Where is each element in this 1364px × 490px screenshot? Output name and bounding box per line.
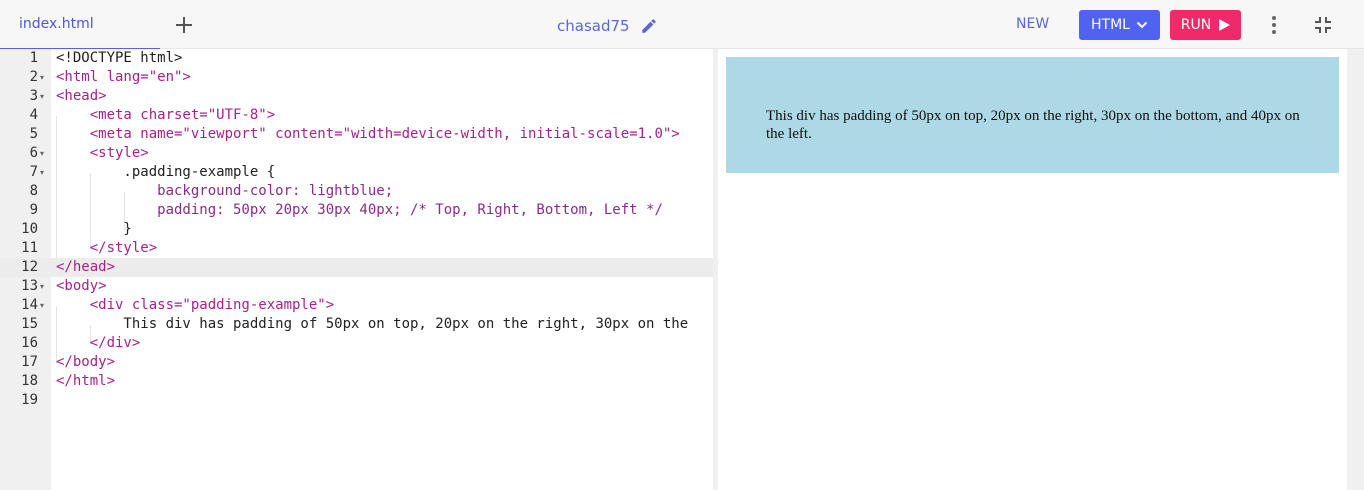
line-number: 13 xyxy=(21,278,38,294)
code-text: This div has padding of 50px on top, 20p… xyxy=(56,316,689,332)
fold-arrow-icon[interactable]: ▾ xyxy=(40,87,44,106)
code-text: <div class="padding-example"> xyxy=(56,297,335,313)
code-line: 15 This div has padding of 50px on top, … xyxy=(0,315,713,334)
line-number: 12 xyxy=(21,259,38,275)
scrollbar-track[interactable] xyxy=(1347,49,1364,490)
code-line: 9 padding: 50px 20px 30px 40px; /* Top, … xyxy=(0,201,713,220)
code-line: 13 ▾ <body> xyxy=(0,277,713,296)
add-tab-icon[interactable] xyxy=(173,14,195,36)
fold-arrow-icon[interactable]: ▾ xyxy=(40,277,44,296)
line-number: 18 xyxy=(21,373,38,389)
language-select-button[interactable]: HTML xyxy=(1079,10,1160,40)
line-number: 17 xyxy=(21,354,38,370)
run-button[interactable]: RUN xyxy=(1170,10,1241,40)
code-text: <style> xyxy=(56,145,149,161)
line-number: 9 xyxy=(29,202,38,218)
code-line: 16 </div> xyxy=(0,334,713,353)
line-number: 2 xyxy=(29,69,38,85)
code-line: 2 ▾ <html lang="en"> xyxy=(0,68,713,87)
line-number: 15 xyxy=(21,316,38,332)
line-number: 14 xyxy=(21,297,38,313)
preview-padding-example-div: This div has padding of 50px on top, 20p… xyxy=(726,57,1339,173)
line-number: 19 xyxy=(21,392,38,408)
code-line: 17 </body> xyxy=(0,353,713,372)
tab-label: index.html xyxy=(19,16,94,32)
code-line: 8 background-color: lightblue; xyxy=(0,182,713,201)
new-button[interactable]: NEW xyxy=(1016,16,1049,32)
code-line: 6 ▾ <style> xyxy=(0,144,713,163)
code-line: 7 ▾ .padding-example { xyxy=(0,163,713,182)
line-number: 5 xyxy=(29,126,38,142)
code-text: </body> xyxy=(56,354,116,370)
code-text: </html> xyxy=(56,373,116,389)
code-line: 5 <meta name="viewport" content="width=d… xyxy=(0,125,713,144)
code-text: <!DOCTYPE html> xyxy=(56,50,183,66)
collapse-icon[interactable] xyxy=(1313,15,1333,35)
line-number: 6 xyxy=(29,145,38,161)
code-text: <html lang="en"> xyxy=(56,69,191,85)
code-text: } xyxy=(56,221,132,237)
language-label: HTML xyxy=(1091,17,1130,33)
code-text: </head> xyxy=(56,259,116,275)
code-line: 19 xyxy=(0,391,713,410)
fold-arrow-icon[interactable]: ▾ xyxy=(40,163,44,182)
code-text: <meta charset="UTF-8"> xyxy=(56,107,276,123)
line-number: 1 xyxy=(29,50,38,66)
line-number: 16 xyxy=(21,335,38,351)
line-number: 8 xyxy=(29,183,38,199)
code-text: </div> xyxy=(56,335,141,351)
chevron-down-icon xyxy=(1136,21,1148,29)
project-title[interactable]: chasad75 xyxy=(557,15,658,37)
code-line: 11 </style> xyxy=(0,239,713,258)
preview-pane: This div has padding of 50px on top, 20p… xyxy=(718,49,1347,490)
code-text: </style> xyxy=(56,240,158,256)
code-text: <meta name="viewport" content="width=dev… xyxy=(56,126,680,142)
run-label: RUN xyxy=(1180,17,1212,33)
code-line: 10 } xyxy=(0,220,713,239)
code-line: 14 ▾ <div class="padding-example"> xyxy=(0,296,713,315)
play-icon xyxy=(1219,19,1231,31)
line-number: 7 xyxy=(29,164,38,180)
line-number: 4 xyxy=(29,107,38,123)
code-text: padding: 50px 20px 30px 40px; /* Top, Ri… xyxy=(56,202,663,218)
line-number: 11 xyxy=(21,240,38,256)
code-text: <head> xyxy=(56,88,107,104)
more-options-icon[interactable] xyxy=(1266,14,1282,36)
code-text: background-color: lightblue; xyxy=(56,183,394,199)
project-name: chasad75 xyxy=(557,17,630,35)
code-text: <body> xyxy=(56,278,107,294)
top-bar: index.html chasad75 NEW HTML RUN xyxy=(0,0,1364,50)
code-line: 1 <!DOCTYPE html> xyxy=(0,49,713,68)
pencil-icon[interactable] xyxy=(640,17,658,35)
fold-arrow-icon[interactable]: ▾ xyxy=(40,144,44,163)
code-line: 3 ▾ <head> xyxy=(0,87,713,106)
fold-arrow-icon[interactable]: ▾ xyxy=(40,68,44,87)
code-line-active: 12 </head> xyxy=(0,258,713,277)
code-line: 18 </html> xyxy=(0,372,713,391)
code-editor[interactable]: 1 <!DOCTYPE html> 2 ▾ <html lang="en"> 3… xyxy=(0,49,713,490)
line-number: 10 xyxy=(21,221,38,237)
code-line: 4 <meta charset="UTF-8"> xyxy=(0,106,713,125)
fold-arrow-icon[interactable]: ▾ xyxy=(40,296,44,315)
code-text: .padding-example { xyxy=(56,164,276,180)
line-number: 3 xyxy=(29,88,38,104)
tab-index-html[interactable]: index.html xyxy=(0,0,160,50)
